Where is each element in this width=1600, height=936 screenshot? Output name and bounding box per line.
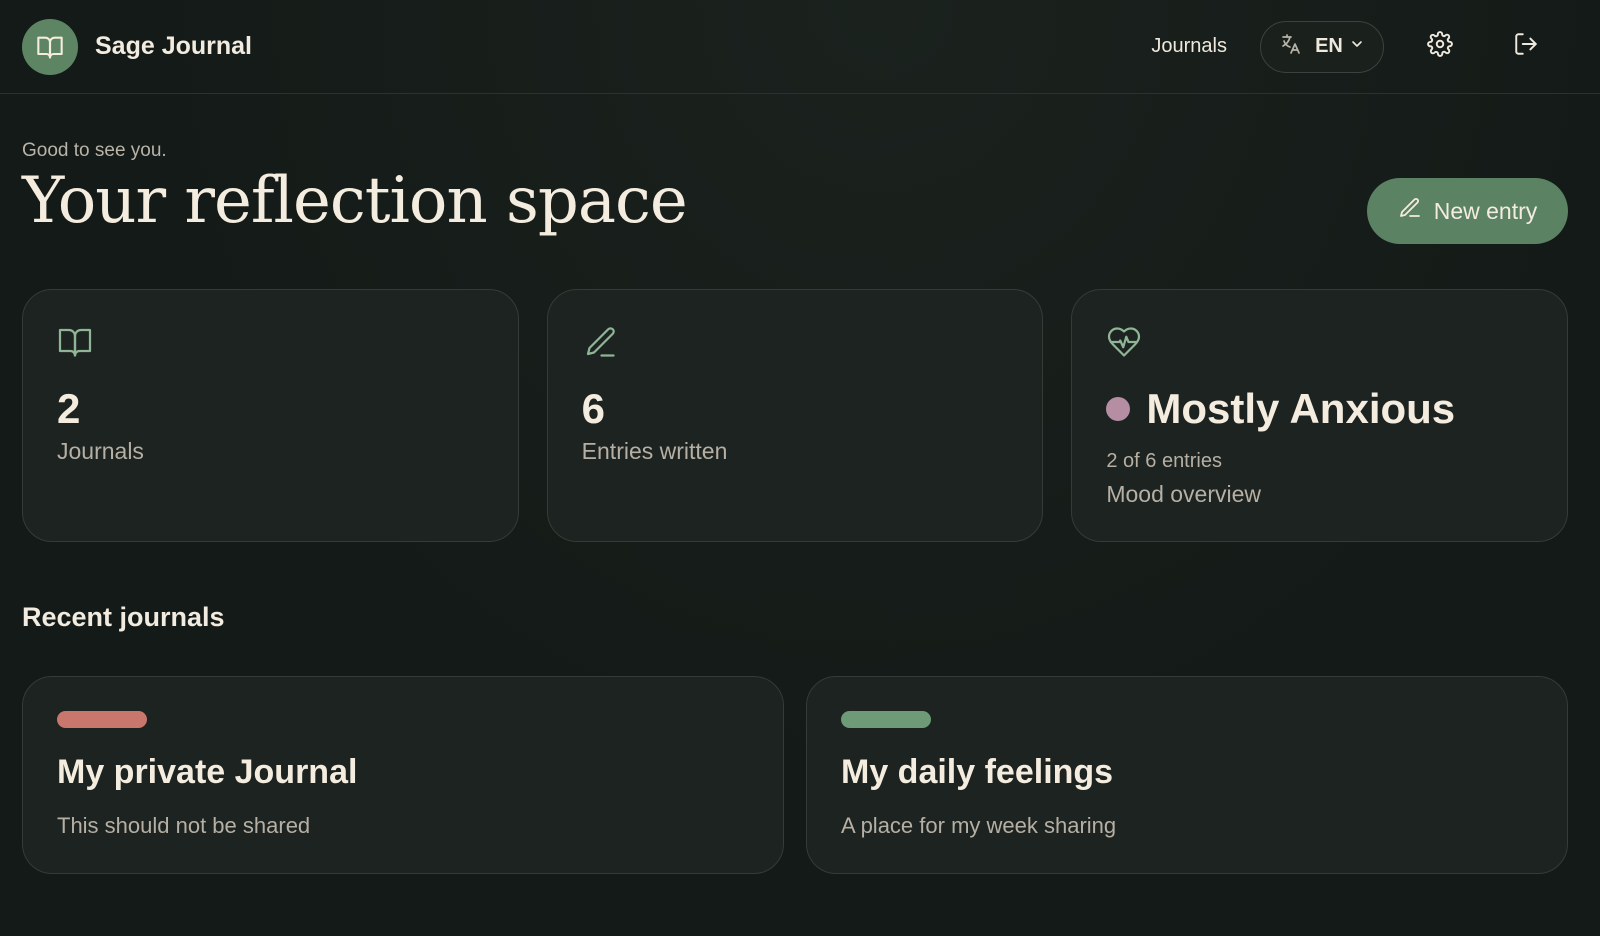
brand[interactable]: Sage Journal: [22, 18, 252, 75]
nav-journals-link[interactable]: Journals: [1151, 35, 1227, 58]
journal-name: My private Journal: [57, 753, 358, 791]
journals-label: Journals: [57, 438, 144, 465]
logout-button[interactable]: [1498, 19, 1554, 75]
chevron-down-icon: [1349, 36, 1365, 57]
stat-card-journals: 2 Journals: [22, 289, 519, 542]
hero-section: Good to see you. Your reflection space N…: [0, 94, 1600, 289]
language-selector[interactable]: EN: [1260, 20, 1384, 73]
logout-icon: [1513, 31, 1539, 62]
book-open-icon: [22, 18, 78, 75]
pencil-icon: [1398, 196, 1422, 226]
new-entry-button[interactable]: New entry: [1367, 178, 1568, 244]
dashboard-page: Sage Journal Journals EN Good to see you…: [0, 0, 1600, 936]
mood-entries-count: 2 of 6 entries: [1106, 450, 1222, 473]
journal-card[interactable]: My daily feelings A place for my week sh…: [806, 676, 1568, 874]
mood-overview-label: Mood overview: [1106, 481, 1262, 508]
stats-row: 2 Journals 6 Entries written Mostly Anxi…: [0, 289, 1600, 542]
mood-summary: Mostly Anxious: [1106, 385, 1533, 432]
book-open-icon: [57, 324, 93, 360]
journal-description: This should not be shared: [57, 813, 311, 839]
entries-label: Entries written: [581, 438, 728, 465]
journal-description: A place for my week sharing: [841, 813, 1117, 839]
language-label: EN: [1315, 35, 1343, 57]
greeting-text: Good to see you.: [22, 140, 167, 161]
page-title: Your reflection space: [22, 164, 688, 238]
stat-card-entries: 6 Entries written: [546, 289, 1044, 542]
stat-card-mood: Mostly Anxious 2 of 6 entries Mood overv…: [1071, 289, 1569, 542]
entries-count: 6: [581, 385, 606, 432]
journals-count: 2: [57, 385, 81, 432]
translate-icon: [1279, 32, 1303, 61]
pencil-line-icon: [582, 324, 618, 360]
top-header: Sage Journal Journals EN: [0, 0, 1600, 94]
recent-journals-list: My private Journal This should not be sh…: [0, 662, 1600, 874]
mood-title: Mostly Anxious: [1146, 385, 1456, 432]
gear-icon: [1427, 31, 1453, 62]
heart-pulse-icon: [1106, 324, 1142, 360]
recent-journals-heading: Recent journals: [22, 602, 225, 632]
journal-color-bar: [57, 711, 147, 728]
journal-card[interactable]: My private Journal This should not be sh…: [22, 676, 784, 874]
new-entry-label: New entry: [1433, 197, 1538, 224]
journal-color-bar: [841, 711, 931, 728]
settings-button[interactable]: [1412, 19, 1468, 75]
top-nav: Journals EN: [1151, 19, 1578, 75]
journal-name: My daily feelings: [841, 753, 1114, 791]
app-name: Sage Journal: [95, 32, 252, 60]
mood-color-dot: [1106, 397, 1131, 422]
